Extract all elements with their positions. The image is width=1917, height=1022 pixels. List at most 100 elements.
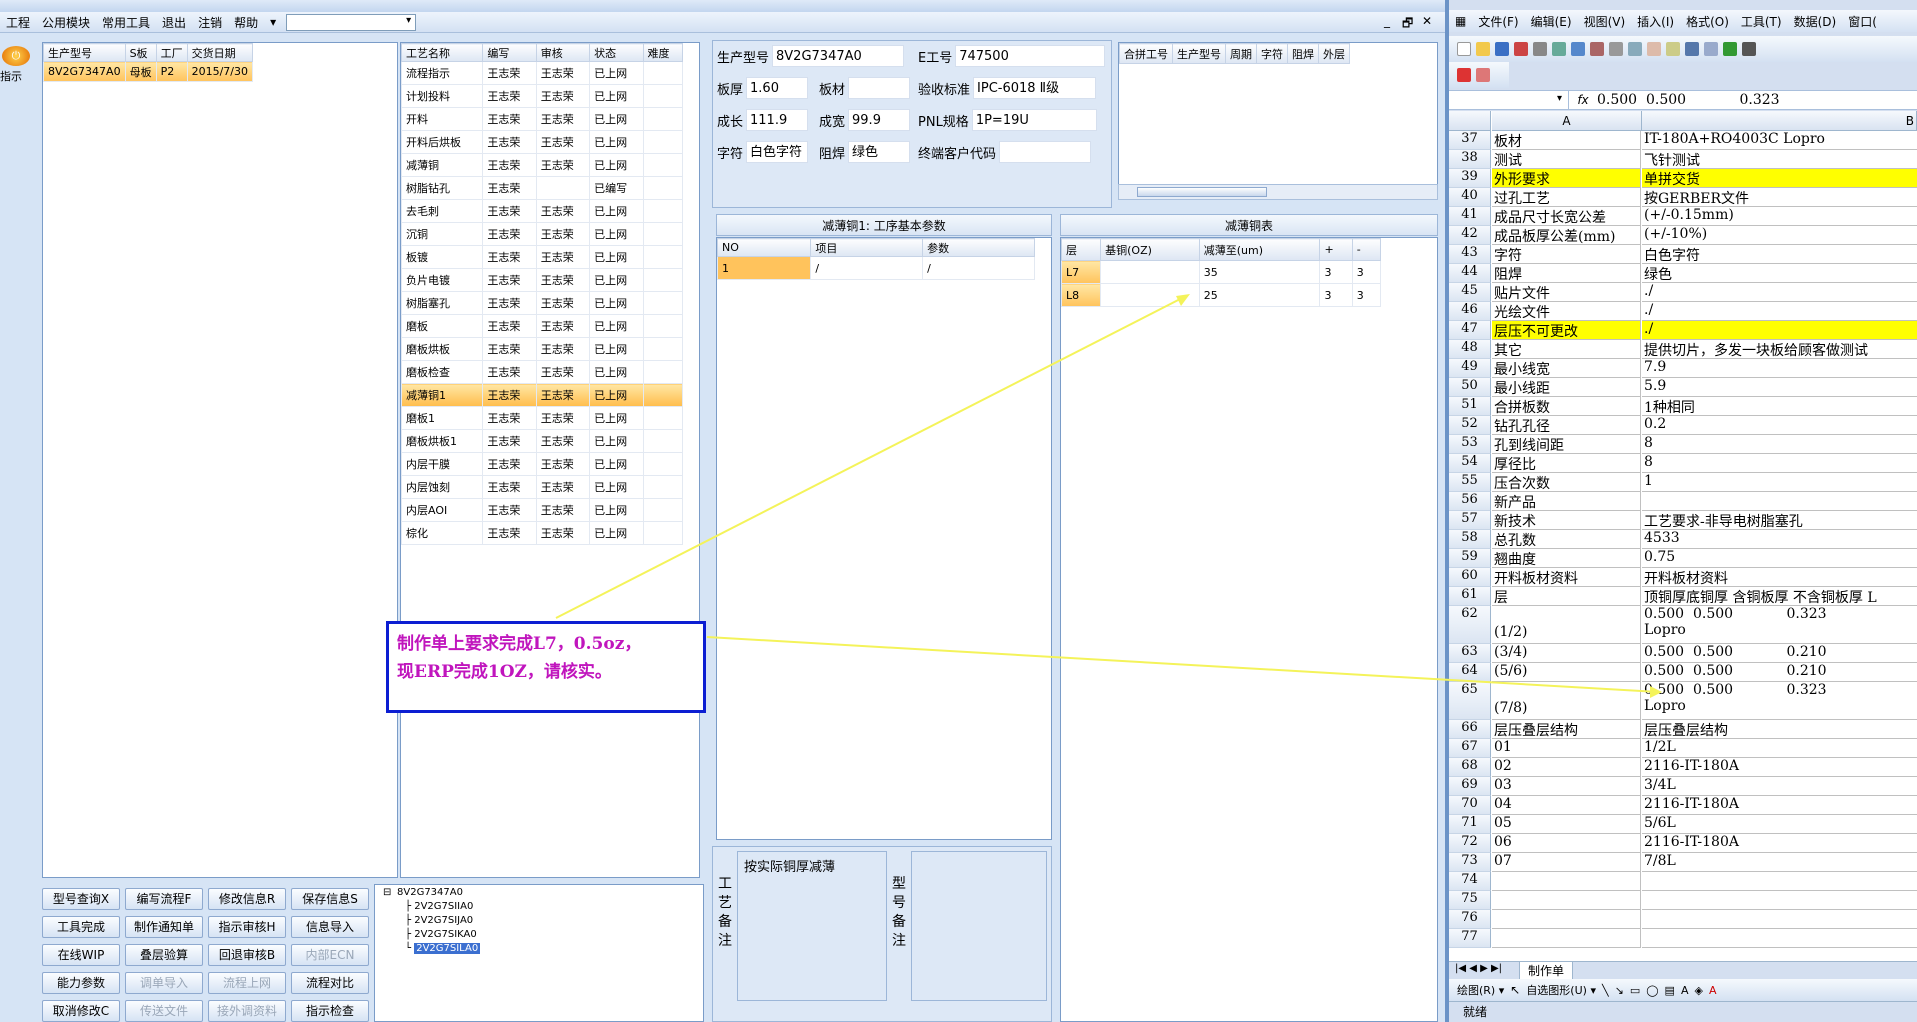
e-no-field[interactable]: 747500 xyxy=(955,45,1106,67)
row-number[interactable]: 46 xyxy=(1449,302,1491,321)
cell-a[interactable]: 过孔工艺 xyxy=(1492,188,1641,207)
process-row[interactable]: 内层蚀刻 王志荣 王志荣 已上网 xyxy=(400,475,684,499)
cell-a[interactable]: 孔到线间距 xyxy=(1492,435,1641,454)
excel-menu-insert[interactable]: 插入(I) xyxy=(1631,13,1680,30)
row-number[interactable]: 54 xyxy=(1449,454,1491,473)
cell-a[interactable]: 03 xyxy=(1492,777,1641,796)
menu-logout[interactable]: 注销 xyxy=(192,14,228,31)
excel-menu-format[interactable]: 格式(O) xyxy=(1680,13,1735,30)
name-box[interactable] xyxy=(1449,91,1569,109)
cell-b[interactable] xyxy=(1642,492,1917,511)
cell-a[interactable]: (3/4) xyxy=(1492,644,1641,663)
row-number[interactable]: 76 xyxy=(1449,910,1491,929)
minimize-icon[interactable]: _ xyxy=(1384,14,1390,28)
copy-icon[interactable] xyxy=(1628,42,1642,56)
cell-a[interactable]: 层压不可更改 xyxy=(1492,321,1641,340)
cell-a[interactable]: 07 xyxy=(1492,853,1641,872)
row-number[interactable]: 48 xyxy=(1449,340,1491,359)
row-number[interactable]: 52 xyxy=(1449,416,1491,435)
cell-b[interactable]: 5.9 xyxy=(1642,378,1917,397)
action-button[interactable]: 信息导入 xyxy=(291,916,369,938)
row-number[interactable]: 69 xyxy=(1449,777,1491,796)
select-all-corner[interactable] xyxy=(1449,111,1491,131)
column-header-b[interactable]: B xyxy=(1642,111,1917,131)
process-row[interactable]: 负片电镀 王志荣 王志荣 已上网 xyxy=(400,268,684,292)
row-number[interactable]: 62 xyxy=(1449,606,1491,644)
excel-app-icon[interactable]: ▦ xyxy=(1449,14,1472,28)
cell-b[interactable]: ./ xyxy=(1642,302,1917,321)
menu-overflow-icon[interactable]: ▾ xyxy=(264,15,282,29)
cell-a[interactable]: (5/6) xyxy=(1492,663,1641,682)
restore-icon[interactable]: 🗗 xyxy=(1402,14,1413,35)
process-row[interactable]: 减薄铜 王志荣 王志荣 已上网 xyxy=(400,153,684,177)
thin-header[interactable]: 基铜(OZ) xyxy=(1100,238,1200,261)
cell-b[interactable]: 绿色 xyxy=(1642,264,1917,283)
row-number[interactable]: 74 xyxy=(1449,872,1491,891)
menu-help[interactable]: 帮助 xyxy=(228,14,264,31)
fill-color-icon[interactable]: ◈ xyxy=(1694,984,1702,997)
cell-b[interactable] xyxy=(1642,910,1917,929)
cell-b[interactable]: 5/6L xyxy=(1642,815,1917,834)
cell-b[interactable]: 0.500 0.500 0.210 xyxy=(1642,644,1917,663)
cell-a[interactable]: 01 xyxy=(1492,739,1641,758)
product-header[interactable]: 工厂 xyxy=(155,43,188,62)
process-row[interactable]: 磨板烘板1 王志荣 王志荣 已上网 xyxy=(400,429,684,453)
param-header[interactable]: NO xyxy=(716,238,812,257)
cell-b[interactable]: 8 xyxy=(1642,435,1917,454)
process-row[interactable]: 去毛刺 王志荣 王志荣 已上网 xyxy=(400,199,684,223)
menu-common-tools[interactable]: 常用工具 xyxy=(96,14,156,31)
param-row[interactable]: 1// xyxy=(716,256,1035,280)
hyperlink-icon[interactable] xyxy=(1723,42,1737,56)
cell-a[interactable]: 测试 xyxy=(1492,150,1641,169)
process-header[interactable]: 难度 xyxy=(642,43,684,62)
prod-model-field[interactable]: 8V2G7347A0 xyxy=(772,45,905,67)
excel-menu-tools[interactable]: 工具(T) xyxy=(1735,13,1788,30)
cell-b[interactable]: 按GERBER文件 xyxy=(1642,188,1917,207)
cell-a[interactable]: 06 xyxy=(1492,834,1641,853)
process-row[interactable]: 树脂钻孔 王志荣 已编写 xyxy=(400,176,684,200)
cell-a[interactable]: 层压叠层结构 xyxy=(1492,720,1641,739)
cell-a[interactable]: 板材 xyxy=(1492,131,1641,150)
select-objects-icon[interactable]: ↖ xyxy=(1510,983,1520,997)
row-number[interactable]: 59 xyxy=(1449,549,1491,568)
cell-b[interactable]: 2116-IT-180A xyxy=(1642,834,1917,853)
cell-b[interactable]: 白色字符 xyxy=(1642,245,1917,264)
customer-code-field[interactable] xyxy=(999,141,1092,163)
preview-icon[interactable] xyxy=(1552,42,1566,56)
action-button[interactable]: 修改信息R xyxy=(208,888,286,910)
process-row[interactable]: 树脂塞孔 王志荣 王志荣 已上网 xyxy=(400,291,684,315)
scrollbar-thumb[interactable] xyxy=(1137,187,1267,197)
menu-combo-box[interactable] xyxy=(286,13,417,31)
row-number[interactable]: 72 xyxy=(1449,834,1491,853)
print-icon[interactable] xyxy=(1533,42,1547,56)
pdf-email-icon[interactable] xyxy=(1476,68,1490,82)
merge-header[interactable]: 周期 xyxy=(1225,43,1257,64)
process-row[interactable]: 磨板1 王志荣 王志荣 已上网 xyxy=(400,406,684,430)
char-field[interactable]: 白色字符 xyxy=(746,141,809,163)
cell-b[interactable] xyxy=(1642,891,1917,910)
param-header[interactable]: 项目 xyxy=(810,238,924,257)
width-field[interactable]: 99.9 xyxy=(848,109,911,131)
action-button[interactable]: 取消修改C xyxy=(42,1000,120,1022)
cell-b[interactable] xyxy=(1642,929,1917,948)
cell-a[interactable]: (1/2) xyxy=(1492,606,1641,644)
row-number[interactable]: 49 xyxy=(1449,359,1491,378)
new-icon[interactable] xyxy=(1457,42,1471,56)
cell-a[interactable] xyxy=(1492,910,1641,929)
cell-a[interactable]: 合拼板数 xyxy=(1492,397,1641,416)
wordart-icon[interactable]: A xyxy=(1681,984,1689,997)
tree-expand-icon[interactable]: ⊟ xyxy=(383,887,391,898)
cell-b[interactable]: 开料板材资料 xyxy=(1642,568,1917,587)
undo-icon[interactable] xyxy=(1685,42,1699,56)
acceptance-field[interactable]: IPC-6018 Ⅱ级 xyxy=(973,77,1097,99)
cell-a[interactable] xyxy=(1492,929,1641,948)
cell-b[interactable]: ./ xyxy=(1642,283,1917,302)
cell-b[interactable]: 0.75 xyxy=(1642,549,1917,568)
action-button[interactable]: 叠层验算 xyxy=(125,944,203,966)
action-button[interactable]: 工具完成 xyxy=(42,916,120,938)
row-number[interactable]: 37 xyxy=(1449,131,1491,150)
row-number[interactable]: 40 xyxy=(1449,188,1491,207)
process-note-box[interactable]: 按实际铜厚减薄 xyxy=(737,851,887,1001)
line-icon[interactable]: ╲ xyxy=(1602,984,1609,997)
process-row[interactable]: 磨板烘板 王志荣 王志荣 已上网 xyxy=(400,337,684,361)
